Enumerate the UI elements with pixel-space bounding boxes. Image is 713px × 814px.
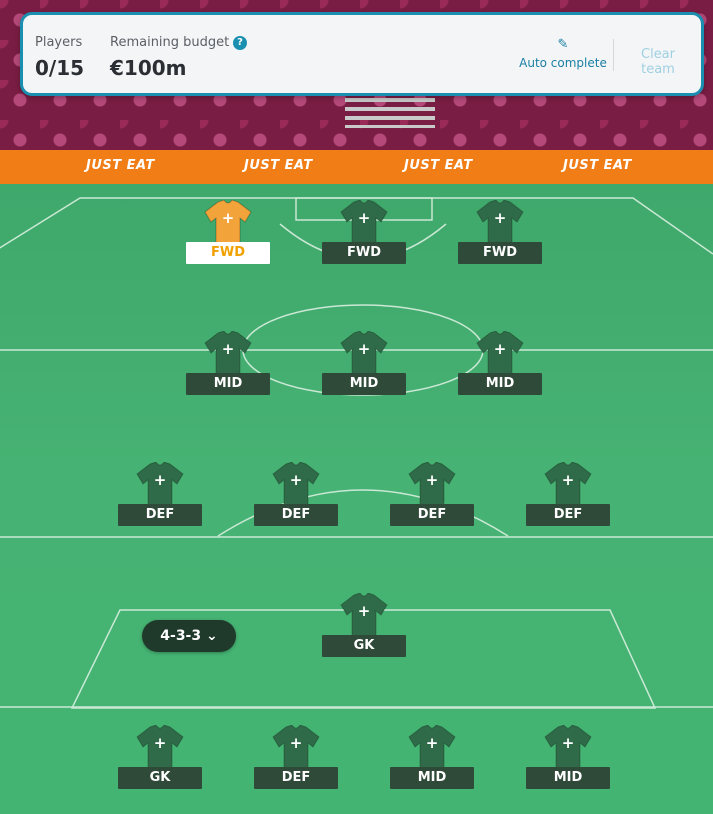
plus-icon: +	[426, 734, 439, 752]
plus-icon: +	[426, 471, 439, 489]
player-slot-mid3[interactable]: + MID	[458, 331, 542, 401]
formation-value: 4-3-3	[160, 628, 202, 644]
shirt-icon: +	[204, 200, 252, 246]
player-slot-def3[interactable]: + DEF	[390, 462, 474, 532]
plus-icon: +	[562, 471, 575, 489]
sponsor-banner: JUST EAT JUST EAT JUST EAT JUST EAT	[0, 150, 713, 184]
chevron-down-icon: ⌄	[206, 628, 218, 644]
plus-icon: +	[290, 734, 303, 752]
player-slot-bench4[interactable]: + MID	[526, 725, 610, 795]
shirt-icon: +	[272, 725, 320, 771]
player-slot-bench2[interactable]: + DEF	[254, 725, 338, 795]
shirt-icon: +	[408, 725, 456, 771]
players-count: 0/15	[35, 56, 85, 80]
magic-wand-icon: ✎	[557, 37, 569, 52]
position-label: DEF	[390, 504, 474, 526]
player-slot-def1[interactable]: + DEF	[118, 462, 202, 532]
plus-icon: +	[290, 471, 303, 489]
player-slot-bench3[interactable]: + MID	[390, 725, 474, 795]
players-label: Players	[35, 35, 83, 50]
shirt-icon: +	[476, 200, 524, 246]
position-label: GK	[322, 635, 406, 657]
plus-icon: +	[358, 602, 371, 620]
position-label: FWD	[458, 242, 542, 264]
position-label: DEF	[526, 504, 610, 526]
player-slot-gk1[interactable]: + GK	[322, 593, 406, 663]
auto-complete-label: Auto complete	[519, 56, 607, 70]
shirt-icon: +	[476, 331, 524, 377]
position-label: FWD	[322, 242, 406, 264]
player-slot-fwd3[interactable]: + FWD	[458, 200, 542, 270]
sponsor-logo: JUST EAT	[563, 158, 632, 173]
position-label: DEF	[118, 504, 202, 526]
position-label: FWD	[186, 242, 270, 264]
shirt-icon: +	[544, 725, 592, 771]
position-label: GK	[118, 767, 202, 789]
budget-value: €100m	[110, 56, 187, 80]
divider	[613, 39, 614, 71]
plus-icon: +	[494, 209, 507, 227]
plus-icon: +	[562, 734, 575, 752]
position-label: DEF	[254, 504, 338, 526]
shirt-icon: +	[544, 462, 592, 508]
player-slot-fwd1[interactable]: + FWD	[186, 200, 270, 270]
plus-icon: +	[358, 209, 371, 227]
plus-icon: +	[222, 209, 235, 227]
plus-icon: +	[154, 471, 167, 489]
dugout	[345, 98, 435, 128]
sponsor-logo: JUST EAT	[86, 158, 155, 173]
position-label: MID	[526, 767, 610, 789]
auto-complete-button[interactable]: ✎ Auto complete	[513, 37, 613, 70]
shirt-icon: +	[340, 200, 388, 246]
player-slot-fwd2[interactable]: + FWD	[322, 200, 406, 270]
position-label: MID	[458, 373, 542, 395]
shirt-icon: +	[408, 462, 456, 508]
player-slot-mid2[interactable]: + MID	[322, 331, 406, 401]
sponsor-logo: JUST EAT	[404, 158, 473, 173]
player-slot-def4[interactable]: + DEF	[526, 462, 610, 532]
player-slot-def2[interactable]: + DEF	[254, 462, 338, 532]
plus-icon: +	[358, 340, 371, 358]
player-slot-bench1[interactable]: + GK	[118, 725, 202, 795]
formation-selector[interactable]: 4-3-3 ⌄	[142, 620, 236, 652]
shirt-icon: +	[272, 462, 320, 508]
budget-label: Remaining budget	[110, 35, 230, 50]
shirt-icon: +	[340, 593, 388, 639]
position-label: MID	[390, 767, 474, 789]
position-label: DEF	[254, 767, 338, 789]
shirt-icon: +	[136, 462, 184, 508]
player-slot-mid1[interactable]: + MID	[186, 331, 270, 401]
clear-team-button[interactable]: Clear team	[623, 47, 693, 77]
position-label: MID	[186, 373, 270, 395]
team-summary-header: Players 0/15 Remaining budget ? €100m ✎ …	[20, 12, 704, 96]
shirt-icon: +	[204, 331, 252, 377]
shirt-icon: +	[340, 331, 388, 377]
plus-icon: +	[222, 340, 235, 358]
help-icon[interactable]: ?	[233, 36, 247, 50]
plus-icon: +	[494, 340, 507, 358]
shirt-icon: +	[136, 725, 184, 771]
sponsor-logo: JUST EAT	[244, 158, 313, 173]
position-label: MID	[322, 373, 406, 395]
plus-icon: +	[154, 734, 167, 752]
